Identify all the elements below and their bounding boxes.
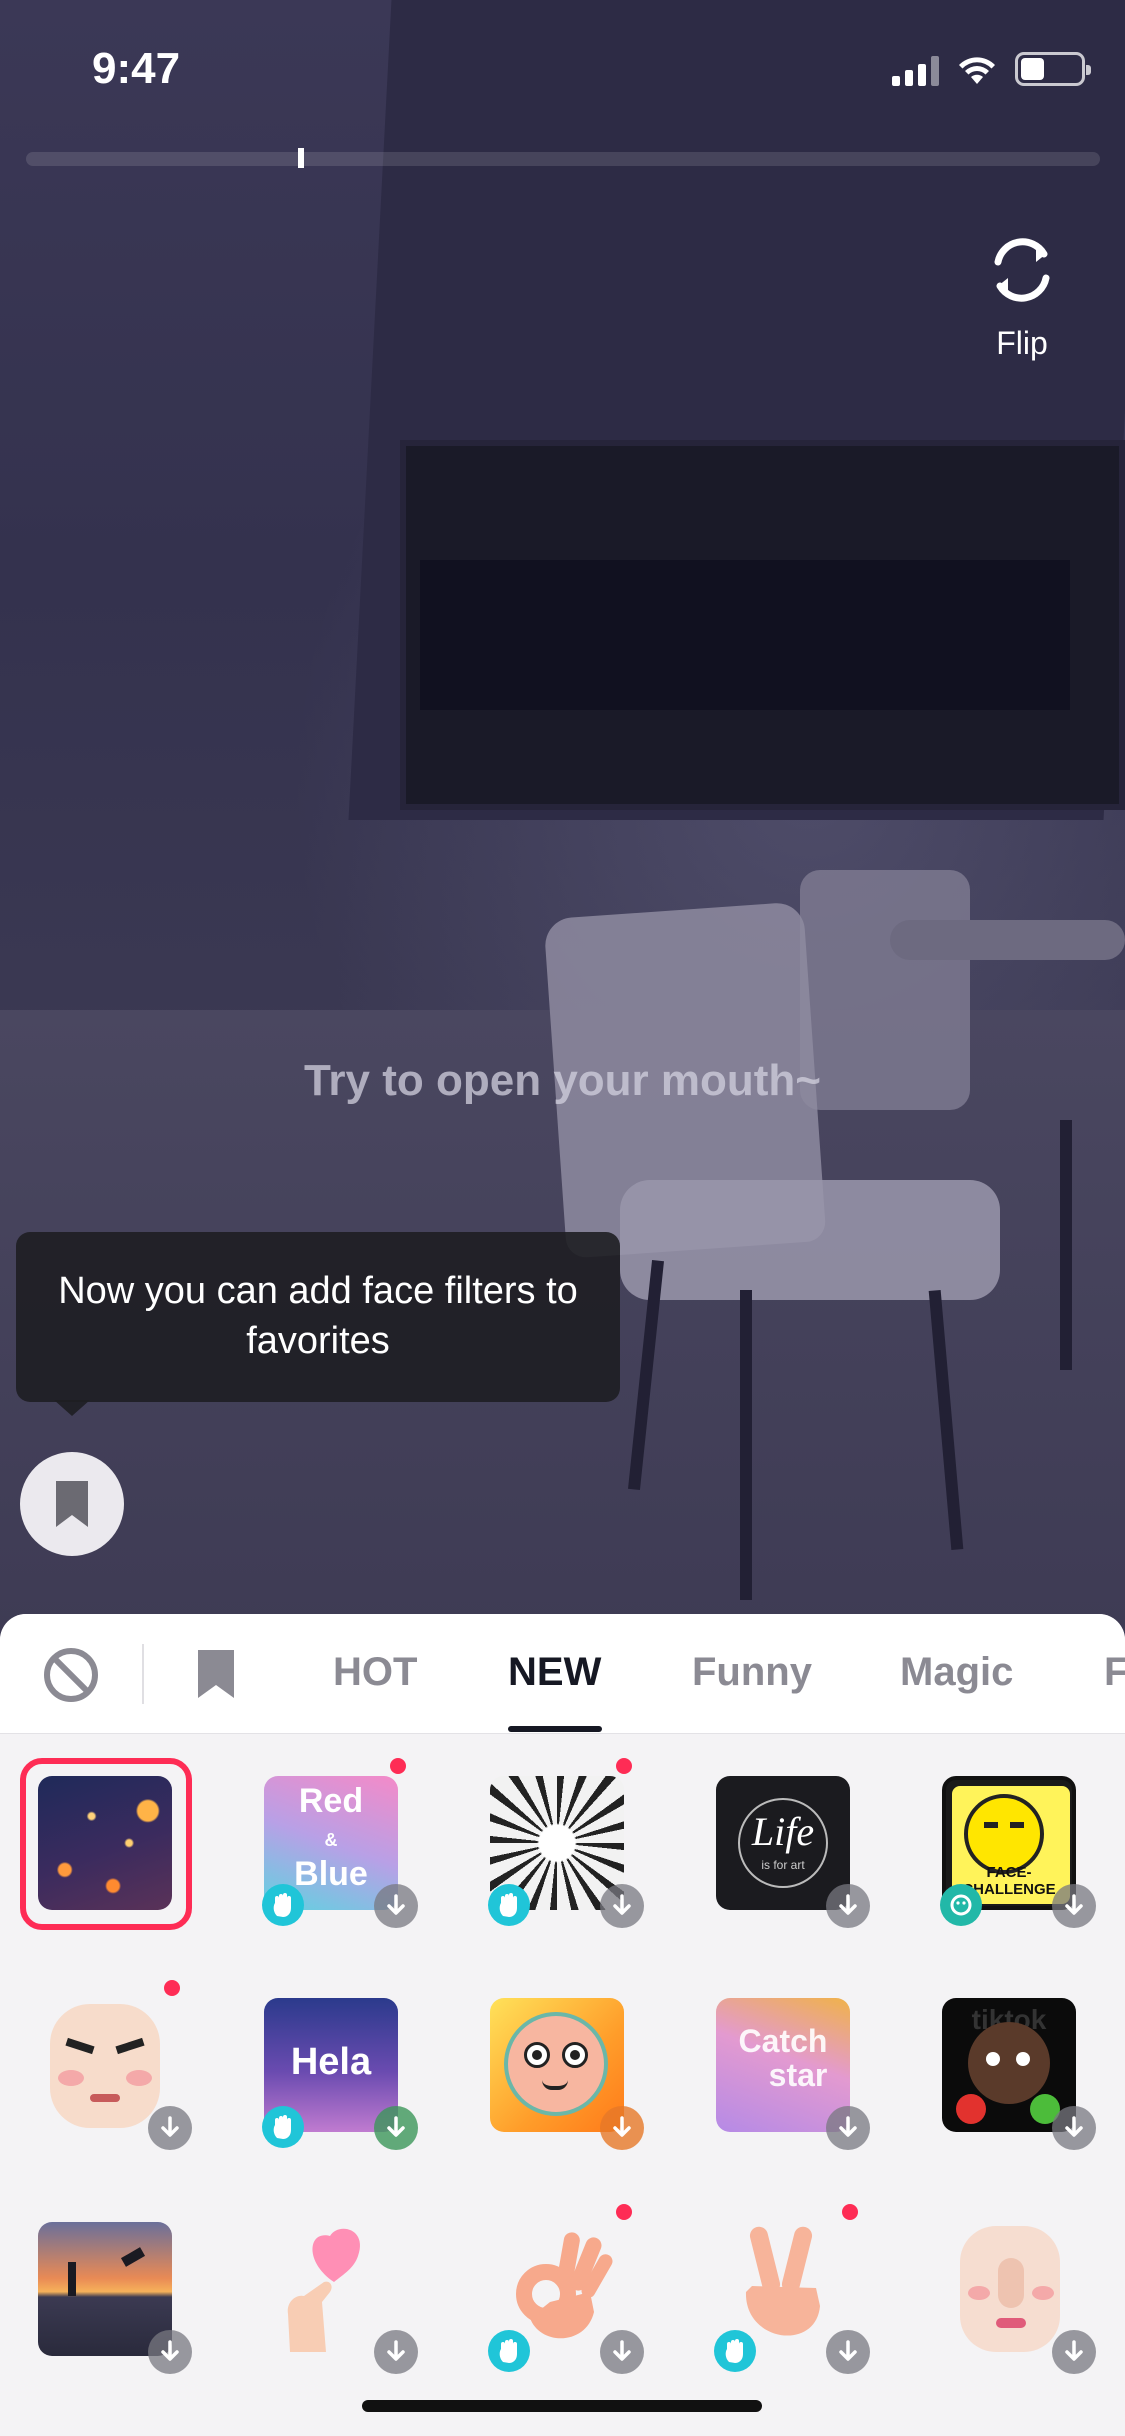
hand-gesture-icon (262, 2106, 304, 2148)
flip-label: Flip (996, 325, 1048, 361)
effects-panel: HOT NEW Funny Magic F Red & Blue Life is… (0, 1614, 1125, 2436)
effect-finger-heart[interactable] (240, 2200, 418, 2374)
hand-gesture-icon (488, 2330, 530, 2372)
tab-more[interactable]: F (1104, 1650, 1125, 1695)
tab-new[interactable]: NEW (508, 1650, 601, 1695)
effect-thumbnail: Catch star (716, 1998, 850, 2132)
effect-title: star (768, 2057, 828, 2093)
home-indicator[interactable] (362, 2400, 762, 2412)
effect-thumbnail (264, 2222, 398, 2356)
hand-gesture-icon (262, 1884, 304, 1926)
hand-gesture-icon (488, 1884, 530, 1926)
status-icons (892, 52, 1091, 86)
effect-ok-hand[interactable] (466, 2200, 644, 2374)
effect-hela[interactable]: Hela (240, 1976, 418, 2150)
effect-catch-star[interactable]: Catch star (692, 1976, 870, 2150)
effect-thumbnail: Life is for art (716, 1776, 850, 1910)
download-icon (826, 2106, 870, 2150)
active-tab-underline (508, 1726, 602, 1732)
download-icon (826, 1884, 870, 1928)
hand-gesture-icon (714, 2330, 756, 2372)
background-window-inner (420, 560, 1070, 710)
effect-life-is-for-art[interactable]: Life is for art (692, 1754, 870, 1928)
tab-favorites[interactable] (196, 1648, 236, 1705)
effect-cartoon-face[interactable] (466, 1976, 644, 2150)
effect-thumbnail (38, 1998, 172, 2132)
effect-thumbnail: tiktok (942, 1998, 1076, 2132)
tab-magic[interactable]: Magic (900, 1650, 1013, 1695)
download-icon (600, 2106, 644, 2150)
effect-thumbnail (490, 1998, 624, 2132)
download-icon (148, 2106, 192, 2150)
download-icon (826, 2330, 870, 2374)
tab-divider (142, 1644, 144, 1704)
effect-title: Catch (738, 2023, 828, 2059)
effect-sunset-silhouette[interactable] (14, 2200, 192, 2374)
effect-thumbnail (942, 2222, 1076, 2356)
effect-face-challenge[interactable]: FACE- CHALLENGE (918, 1754, 1096, 1928)
new-dot (390, 1758, 406, 1774)
download-icon (148, 2330, 192, 2374)
effect-title: Blue (294, 1855, 368, 1893)
download-icon (600, 1884, 644, 1928)
effects-tab-bar: HOT NEW Funny Magic F (0, 1614, 1125, 1734)
download-icon (1052, 2330, 1096, 2374)
flip-camera-button[interactable]: Flip (972, 228, 1072, 362)
download-icon (374, 1884, 418, 1928)
status-time: 9:47 (92, 44, 181, 93)
download-icon (374, 2106, 418, 2150)
favorites-tooltip: Now you can add face filters to favorite… (16, 1232, 620, 1402)
tab-funny[interactable]: Funny (692, 1650, 812, 1695)
effect-lanterns[interactable] (14, 1754, 192, 1930)
bookmark-icon (198, 1650, 234, 1698)
recording-progress-track (26, 152, 1100, 166)
effect-title: Life (751, 1809, 815, 1854)
effect-big-nose-face[interactable] (918, 2200, 1096, 2374)
effect-title: Red (298, 1782, 364, 1820)
new-dot (164, 1980, 180, 1996)
face-icon (940, 1884, 982, 1926)
cellular-signal-icon (892, 56, 939, 86)
effect-music-notes[interactable] (466, 1754, 644, 1928)
effect-angry-face[interactable] (14, 1976, 192, 2150)
recording-progress-marker (298, 148, 304, 168)
effect-hint-text: Try to open your mouth~ (303, 1056, 822, 1105)
add-to-favorites-button[interactable] (20, 1452, 124, 1556)
effect-thumbnail (38, 1776, 172, 1910)
effect-thumbnail (38, 2222, 172, 2356)
bookmark-icon (56, 1481, 88, 1527)
effect-title-amp: & (324, 1830, 338, 1850)
effect-red-blue[interactable]: Red & Blue (240, 1754, 418, 1928)
prohibited-icon (44, 1648, 98, 1702)
effect-peace-sign[interactable] (692, 2200, 870, 2374)
download-icon (374, 2330, 418, 2374)
new-dot (616, 1758, 632, 1774)
download-icon (600, 2330, 644, 2374)
wifi-icon (959, 57, 995, 84)
effect-tiktok-call[interactable]: tiktok (918, 1976, 1096, 2150)
download-icon (1052, 2106, 1096, 2150)
effect-subtitle: is for art (761, 1858, 805, 1872)
new-dot (616, 2204, 632, 2220)
chair-leg (1060, 1120, 1072, 1370)
flip-camera-icon (994, 238, 1050, 302)
background-table (890, 920, 1125, 960)
chair-leg (740, 1290, 752, 1600)
background-chair-seat (620, 1180, 1000, 1300)
battery-icon (1015, 52, 1091, 86)
effect-title: Hela (290, 2041, 372, 2083)
tooltip-arrow (54, 1400, 90, 1416)
new-dot (842, 2204, 858, 2220)
tab-hot[interactable]: HOT (333, 1650, 417, 1695)
no-effect-button[interactable] (42, 1646, 100, 1704)
tooltip-text: Now you can add face filters to favorite… (58, 1270, 578, 1362)
effect-title: FACE- (986, 1864, 1032, 1881)
download-icon (1052, 1884, 1096, 1928)
